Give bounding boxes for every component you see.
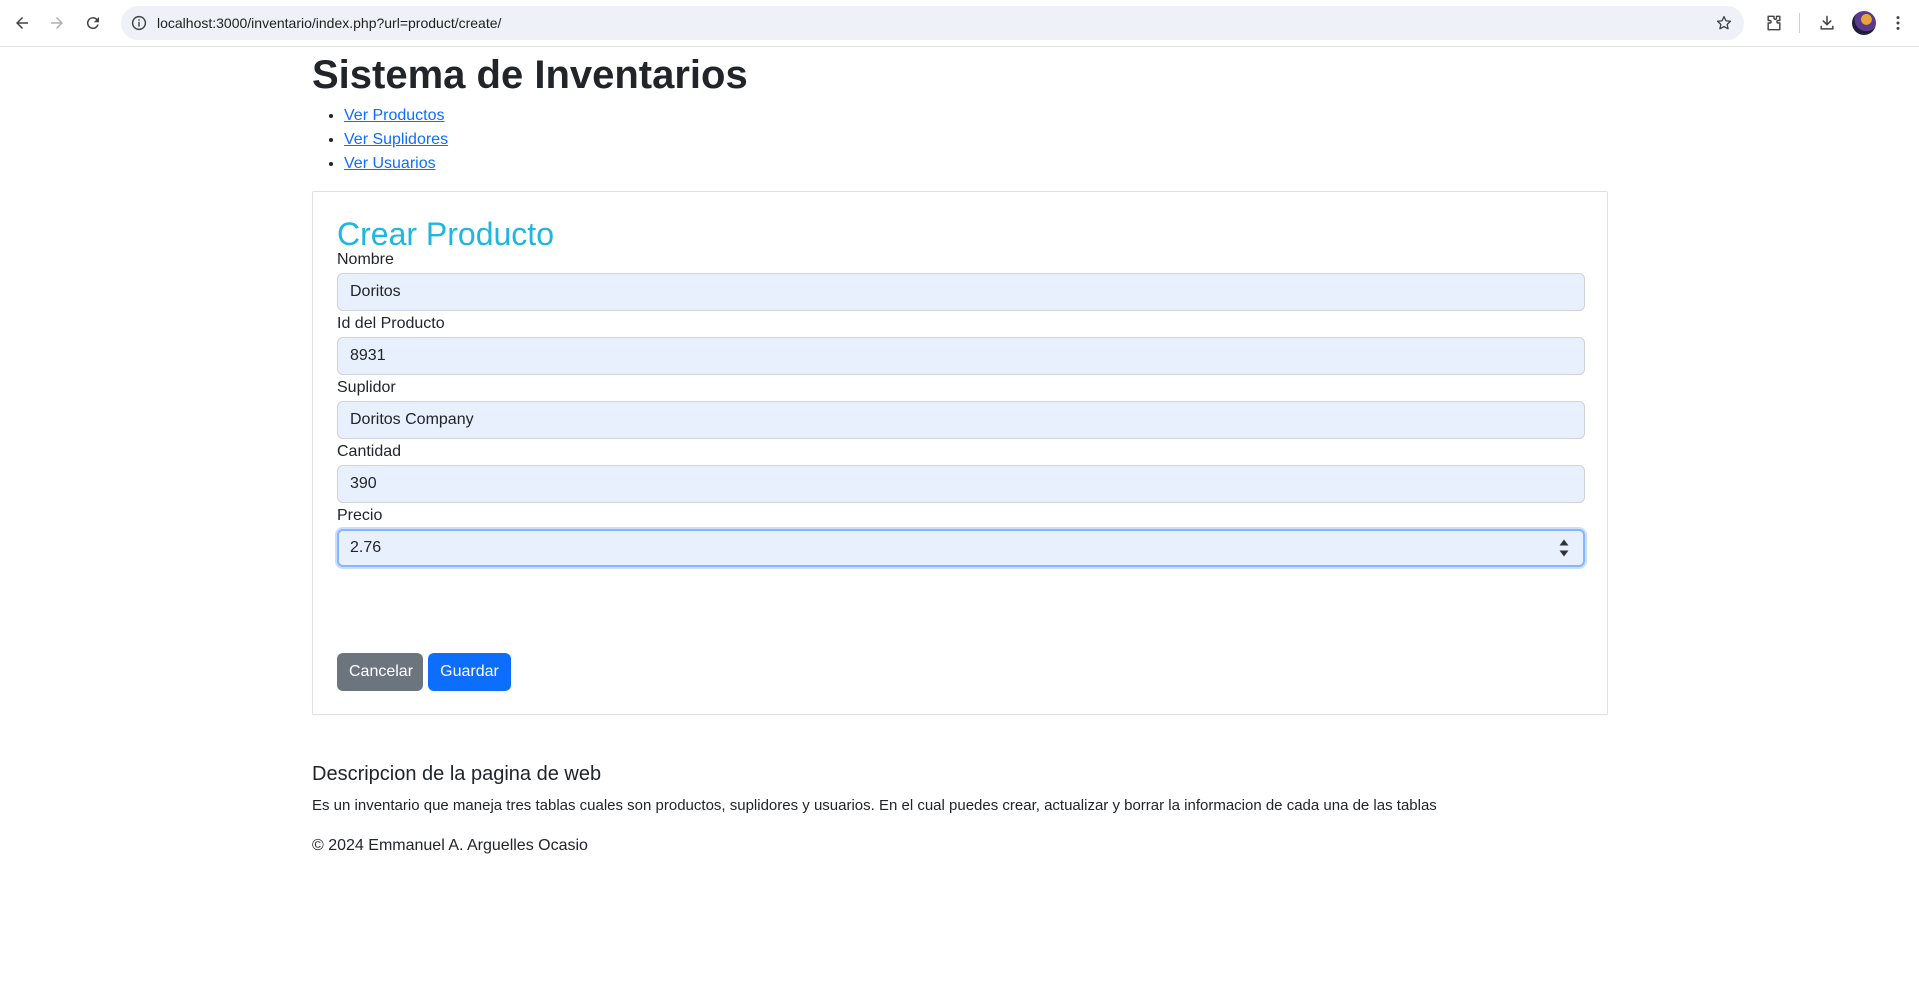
spinner-down-icon[interactable]	[1559, 550, 1569, 557]
bookmark-star-icon[interactable]	[1714, 13, 1734, 33]
footer-copyright: © 2024 Emmanuel A. Arguelles Ocasio	[312, 837, 588, 854]
precio-value: 2.76	[350, 539, 382, 556]
reload-button[interactable]	[80, 10, 106, 36]
site-info-icon[interactable]	[129, 13, 149, 33]
download-icon[interactable]	[1815, 11, 1839, 35]
nav-item: Ver Suplidores	[344, 128, 448, 152]
field-id-producto: Id del Producto 8931	[337, 314, 1585, 375]
suplidor-input[interactable]: Doritos Company	[337, 401, 1585, 439]
arrow-right-icon	[51, 17, 63, 29]
form-title: Crear Producto	[337, 216, 554, 252]
forward-button[interactable]	[44, 10, 70, 36]
footer-description: Es un inventario que maneja tres tablas …	[312, 797, 1437, 814]
field-cantidad: Cantidad 390	[337, 442, 1585, 503]
field-label: Cantidad	[337, 443, 402, 460]
main-nav: Ver Productos Ver Suplidores Ver Usuario…	[312, 104, 448, 176]
reload-icon	[86, 17, 99, 30]
browser-toolbar: localhost:3000/inventario/index.php?url=…	[0, 0, 1919, 47]
profile-avatar[interactable]	[1852, 11, 1876, 35]
save-button[interactable]: Guardar	[428, 653, 511, 691]
field-label: Suplidor	[337, 379, 396, 396]
field-suplidor: Suplidor Doritos Company	[337, 378, 1585, 439]
field-label: Id del Producto	[337, 315, 445, 332]
create-product-card: Crear Producto Nombre Doritos Id del Pro…	[312, 191, 1608, 715]
menu-kebab-icon[interactable]	[1886, 11, 1910, 35]
nav-link-usuarios[interactable]: Ver Usuarios	[344, 155, 436, 172]
cancel-button[interactable]: Cancelar	[337, 653, 423, 691]
id-producto-input[interactable]: 8931	[337, 337, 1585, 375]
back-button[interactable]	[9, 10, 35, 36]
address-bar[interactable]: localhost:3000/inventario/index.php?url=…	[121, 6, 1744, 40]
footer-title: Descripcion de la pagina de web	[312, 763, 602, 785]
site-title: Sistema de Inventarios	[312, 53, 748, 97]
field-label: Nombre	[337, 251, 394, 268]
number-spinner[interactable]	[1559, 539, 1569, 557]
extensions-icon[interactable]	[1762, 11, 1786, 35]
arrow-left-icon	[16, 17, 28, 29]
nombre-input[interactable]: Doritos	[337, 273, 1585, 311]
url-text: localhost:3000/inventario/index.php?url=…	[157, 15, 502, 31]
precio-input[interactable]: 2.76	[337, 529, 1585, 567]
spinner-up-icon[interactable]	[1559, 539, 1569, 546]
nav-link-productos[interactable]: Ver Productos	[344, 107, 445, 124]
nav-item: Ver Productos	[344, 104, 448, 128]
toolbar-divider	[1799, 13, 1800, 33]
field-nombre: Nombre Doritos	[337, 250, 1585, 311]
cantidad-input[interactable]: 390	[337, 465, 1585, 503]
nav-item: Ver Usuarios	[344, 152, 448, 176]
field-label: Precio	[337, 507, 383, 524]
field-precio: Precio 2.76	[337, 506, 1585, 567]
nav-link-suplidores[interactable]: Ver Suplidores	[344, 131, 448, 148]
